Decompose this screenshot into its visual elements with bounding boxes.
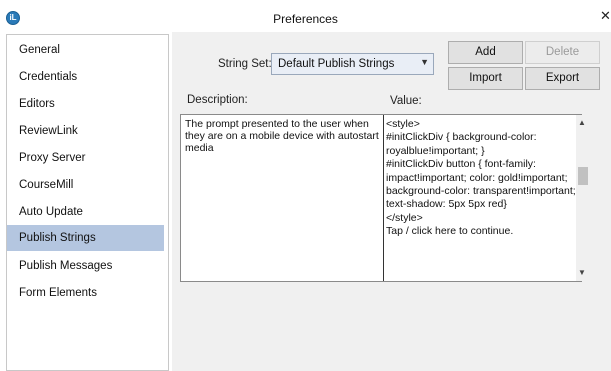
value-line: #initClickDiv { background-color: royalb… — [386, 131, 537, 157]
scroll-down-icon[interactable]: ▼ — [578, 268, 586, 277]
sidebar-item-reviewlink[interactable]: ReviewLink — [7, 118, 164, 144]
preferences-panel: String Set: Default Publish Strings ▼ Ad… — [172, 32, 611, 371]
sidebar-item-credentials[interactable]: Credentials — [7, 64, 164, 90]
description-cell[interactable]: The prompt presented to the user when th… — [185, 118, 379, 154]
scroll-thumb[interactable] — [578, 167, 588, 185]
value-line: #initClickDiv button { font-family: impa… — [386, 158, 576, 211]
window-title: Preferences — [273, 12, 338, 26]
add-button[interactable]: Add — [448, 41, 523, 64]
close-icon[interactable]: ✕ — [600, 9, 611, 23]
sidebar-item-form-elements[interactable]: Form Elements — [7, 280, 164, 306]
string-set-label: String Set: — [218, 58, 272, 70]
import-button[interactable]: Import — [448, 67, 523, 90]
title-bar: iL Preferences ✕ — [0, 0, 611, 32]
sidebar-item-coursemill[interactable]: CourseMill — [7, 172, 164, 198]
export-button[interactable]: Export — [525, 67, 600, 90]
sidebar-item-publish-messages[interactable]: Publish Messages — [7, 253, 164, 279]
scroll-up-icon[interactable]: ▲ — [578, 118, 586, 127]
value-text[interactable]: <style> #initClickDiv { background-color… — [386, 118, 576, 239]
string-set-dropdown[interactable]: Default Publish Strings ▼ — [271, 53, 434, 75]
chevron-down-icon: ▼ — [420, 57, 429, 67]
delete-button[interactable]: Delete — [525, 41, 600, 64]
value-line: </style> — [386, 211, 423, 224]
value-scrollbar[interactable]: ▲ ▼ — [576, 115, 589, 281]
sidebar-item-publish-strings[interactable]: Publish Strings — [7, 225, 164, 251]
sidebar: General Credentials Editors ReviewLink P… — [6, 34, 169, 371]
value-cell[interactable]: <style> #initClickDiv { background-color… — [383, 115, 580, 281]
description-header: Description: — [187, 94, 248, 106]
sidebar-item-editors[interactable]: Editors — [7, 91, 164, 117]
strings-table: The prompt presented to the user when th… — [180, 114, 582, 282]
value-line: Tap / click here to continue. — [386, 225, 514, 238]
sidebar-item-general[interactable]: General — [7, 37, 164, 63]
string-set-value: Default Publish Strings — [278, 58, 395, 70]
sidebar-item-proxy-server[interactable]: Proxy Server — [7, 145, 164, 171]
value-header: Value: — [390, 95, 422, 107]
value-line: <style> — [386, 118, 420, 130]
sidebar-item-auto-update[interactable]: Auto Update — [7, 199, 164, 225]
